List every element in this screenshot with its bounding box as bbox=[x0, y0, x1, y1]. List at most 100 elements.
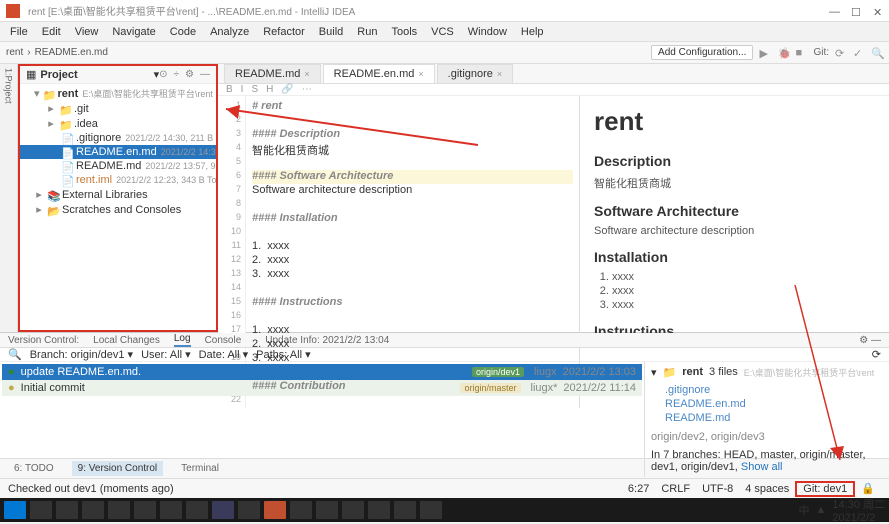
run-icon[interactable]: ▶ bbox=[759, 47, 771, 59]
close-icon[interactable]: ✕ bbox=[873, 6, 883, 16]
menu-build[interactable]: Build bbox=[313, 24, 349, 40]
menu-vcs[interactable]: VCS bbox=[425, 24, 460, 40]
menu-analyze[interactable]: Analyze bbox=[204, 24, 255, 40]
menu-tools[interactable]: Tools bbox=[385, 24, 423, 40]
tree-readme[interactable]: 📄README.md2021/2/2 13:57, 964 B Moments … bbox=[20, 159, 216, 173]
system-tray[interactable]: 中▲ 14:30 周二2021/2/2 bbox=[799, 496, 885, 524]
tree-scratches[interactable]: ▸📂Scratches and Consoles bbox=[20, 202, 216, 217]
tab-version-control[interactable]: 9: Version Control bbox=[72, 461, 164, 476]
tab-todo[interactable]: 6: TODO bbox=[8, 461, 60, 476]
list-item: xxxx bbox=[612, 271, 875, 283]
code-editor[interactable]: # rent #### Description 智能化租赁商城 #### Sof… bbox=[246, 96, 579, 408]
hide-icon[interactable]: — bbox=[200, 69, 210, 80]
start-button[interactable] bbox=[4, 501, 26, 519]
tab-readme-en[interactable]: README.en.md× bbox=[323, 64, 435, 83]
tree-gitignore[interactable]: 📄.gitignore2021/2/2 14:30, 211 B Moments… bbox=[20, 131, 216, 145]
menu-view[interactable]: View bbox=[69, 24, 105, 40]
task-icon[interactable] bbox=[316, 501, 338, 519]
collapse-icon[interactable]: ▦ bbox=[26, 68, 36, 81]
encoding[interactable]: UTF-8 bbox=[696, 483, 739, 495]
gear-icon[interactable]: ⚙ — bbox=[859, 335, 881, 346]
bold-icon[interactable]: B bbox=[226, 84, 233, 95]
refresh-icon[interactable]: ⟳ bbox=[872, 348, 881, 361]
task-icon[interactable] bbox=[108, 501, 130, 519]
breadcrumb-file[interactable]: README.en.md bbox=[35, 47, 108, 58]
tab-gitignore[interactable]: .gitignore× bbox=[437, 64, 514, 83]
cursor-pos[interactable]: 6:27 bbox=[622, 483, 655, 495]
task-icon[interactable] bbox=[160, 501, 182, 519]
git-commit-icon[interactable]: ✓ bbox=[853, 47, 865, 59]
git-update-icon[interactable]: ⟳ bbox=[835, 47, 847, 59]
menu-window[interactable]: Window bbox=[462, 24, 513, 40]
task-icon[interactable] bbox=[212, 501, 234, 519]
lock-icon[interactable]: 🔒 bbox=[855, 482, 881, 495]
header-icon[interactable]: H bbox=[266, 84, 273, 95]
menu-code[interactable]: Code bbox=[164, 24, 202, 40]
search-icon[interactable]: 🔍 bbox=[871, 47, 883, 59]
debug-icon[interactable]: 🐞 bbox=[777, 47, 789, 59]
menubar: File Edit View Navigate Code Analyze Ref… bbox=[0, 22, 889, 42]
menu-edit[interactable]: Edit bbox=[36, 24, 67, 40]
maximize-icon[interactable]: ☐ bbox=[851, 6, 861, 16]
close-icon[interactable]: × bbox=[304, 69, 309, 79]
tree-ext-libs[interactable]: ▸📚External Libraries bbox=[20, 187, 216, 202]
preview-desc-h: Description bbox=[594, 153, 875, 169]
task-icon[interactable] bbox=[342, 501, 364, 519]
project-panel: ▦ Project ▾ ⊙ ÷ ⚙ — ▾📁rentE:\桌面\智能化共享租赁平… bbox=[18, 64, 218, 332]
task-icon[interactable] bbox=[394, 501, 416, 519]
task-icon[interactable] bbox=[186, 501, 208, 519]
menu-help[interactable]: Help bbox=[515, 24, 550, 40]
changed-file[interactable]: README.en.md bbox=[651, 397, 883, 411]
task-icon[interactable] bbox=[30, 501, 52, 519]
tree-root[interactable]: ▾📁rentE:\桌面\智能化共享租赁平台\rent bbox=[20, 86, 216, 101]
git-branch[interactable]: Git: dev1 bbox=[795, 481, 855, 497]
tree-idea[interactable]: ▸📁.idea bbox=[20, 116, 216, 131]
italic-icon[interactable]: I bbox=[241, 84, 244, 95]
stop-icon[interactable]: ■ bbox=[795, 47, 807, 59]
date-filter[interactable]: Date: All ▾ bbox=[199, 348, 249, 361]
strike-icon[interactable]: S bbox=[251, 84, 258, 95]
expand-icon[interactable]: ▾ bbox=[651, 366, 657, 379]
task-icon[interactable] bbox=[368, 501, 390, 519]
gear-icon[interactable]: ⚙ bbox=[185, 69, 194, 80]
changed-file[interactable]: README.md bbox=[651, 411, 883, 425]
more-icon[interactable]: ⋯ bbox=[302, 84, 312, 95]
task-icon[interactable] bbox=[290, 501, 312, 519]
project-tree: ▾📁rentE:\桌面\智能化共享租赁平台\rent ▸📁.git ▸📁.ide… bbox=[20, 84, 216, 219]
branch-filter[interactable]: Branch: origin/dev1 ▾ bbox=[30, 348, 133, 361]
editor-area: README.md× README.en.md× .gitignore× B I… bbox=[218, 64, 889, 332]
line-sep[interactable]: CRLF bbox=[655, 483, 696, 495]
user-filter[interactable]: User: All ▾ bbox=[141, 348, 191, 361]
target-icon[interactable]: ⊙ bbox=[159, 69, 167, 80]
menu-run[interactable]: Run bbox=[351, 24, 383, 40]
tree-readme-en[interactable]: 📄README.en.md2021/2/2 14:30, 859 B 3 min… bbox=[20, 145, 216, 159]
menu-file[interactable]: File bbox=[4, 24, 34, 40]
menu-refactor[interactable]: Refactor bbox=[257, 24, 311, 40]
tab-terminal[interactable]: Terminal bbox=[175, 461, 225, 476]
vcs-tab-console[interactable]: Console bbox=[205, 335, 242, 346]
project-tool-tab[interactable]: 1:Project bbox=[4, 68, 14, 104]
menu-navigate[interactable]: Navigate bbox=[106, 24, 161, 40]
vcs-tab-log[interactable]: Log bbox=[174, 333, 191, 347]
task-icon[interactable] bbox=[134, 501, 156, 519]
vcs-tab-local[interactable]: Local Changes bbox=[93, 335, 160, 346]
task-icon[interactable] bbox=[56, 501, 78, 519]
show-all-link[interactable]: Show all bbox=[741, 461, 783, 473]
changed-file[interactable]: .gitignore bbox=[651, 383, 883, 397]
collapse-all-icon[interactable]: ÷ bbox=[174, 69, 180, 80]
close-icon[interactable]: × bbox=[418, 69, 423, 79]
search-icon[interactable]: 🔍 bbox=[8, 348, 22, 361]
indent[interactable]: 4 spaces bbox=[739, 483, 795, 495]
link-icon[interactable]: 🔗 bbox=[281, 84, 293, 95]
task-icon[interactable] bbox=[420, 501, 442, 519]
minimize-icon[interactable]: — bbox=[829, 6, 839, 16]
add-configuration-button[interactable]: Add Configuration... bbox=[651, 45, 753, 60]
tree-git[interactable]: ▸📁.git bbox=[20, 101, 216, 116]
task-icon[interactable] bbox=[264, 501, 286, 519]
tab-readme[interactable]: README.md× bbox=[224, 64, 321, 83]
task-icon[interactable] bbox=[82, 501, 104, 519]
close-icon[interactable]: × bbox=[497, 69, 502, 79]
tree-iml[interactable]: 📄rent.iml2021/2/2 12:23, 343 B Today 13:… bbox=[20, 173, 216, 187]
breadcrumb-root[interactable]: rent bbox=[6, 47, 23, 58]
task-icon[interactable] bbox=[238, 501, 260, 519]
